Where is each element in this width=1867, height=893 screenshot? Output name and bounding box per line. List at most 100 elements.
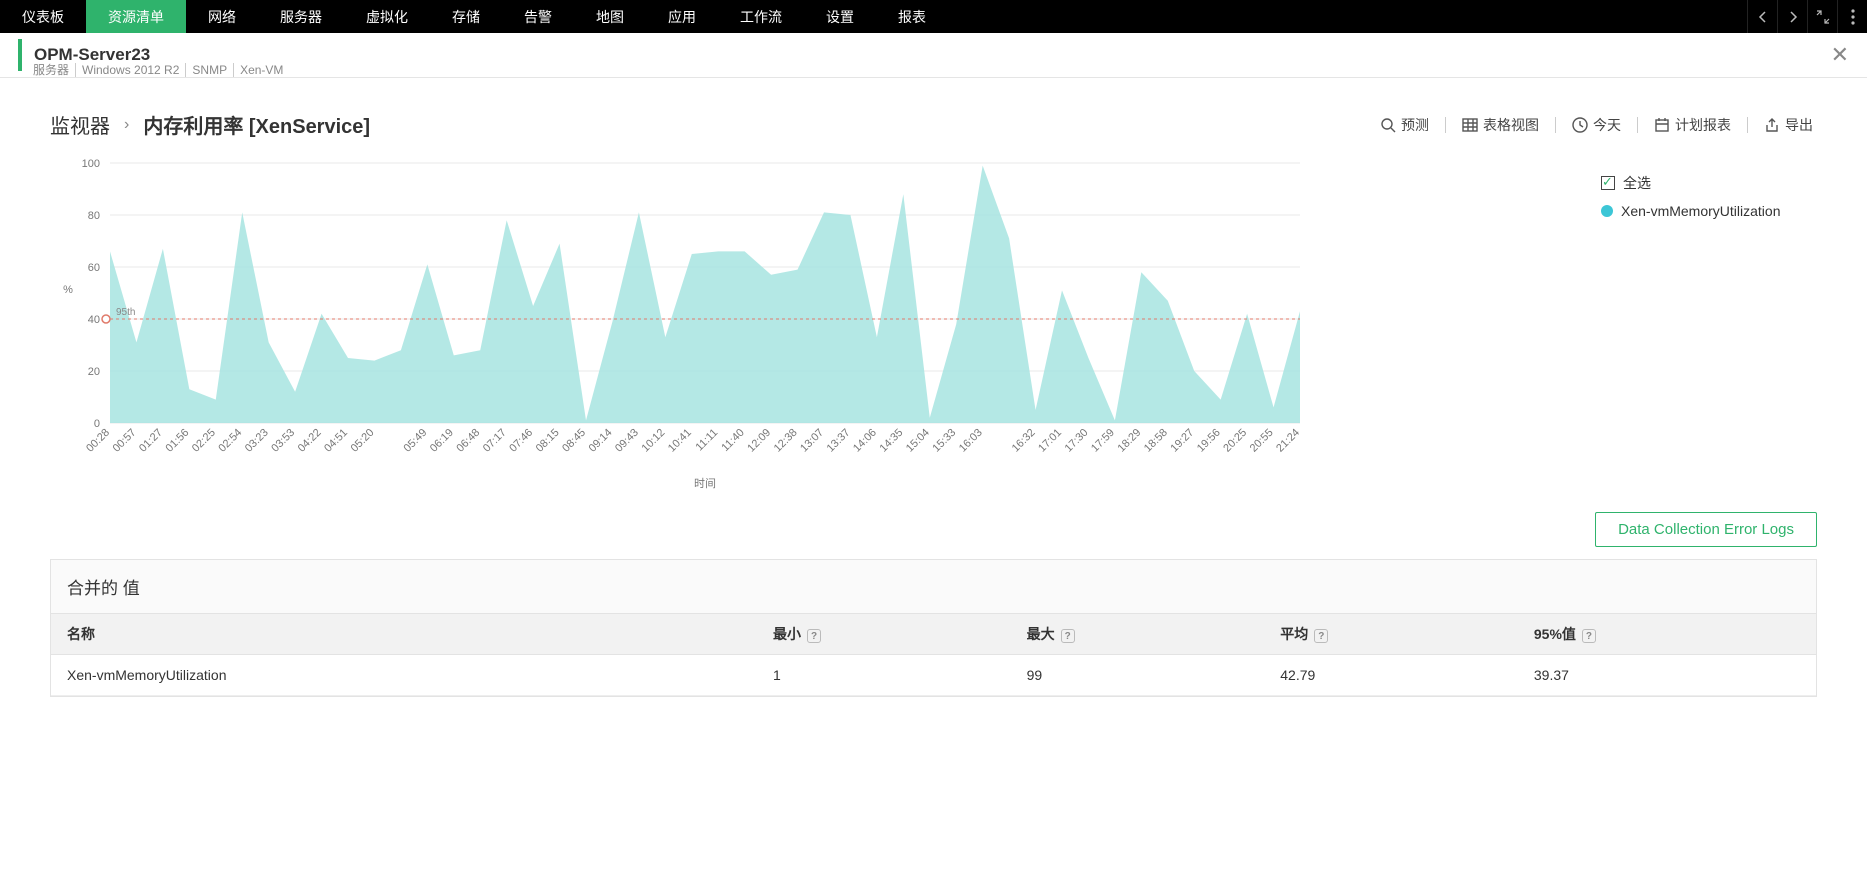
chart-legend: 全选 Xen-vmMemoryUtilization xyxy=(1577,153,1817,498)
legend-series[interactable]: Xen-vmMemoryUtilization xyxy=(1601,203,1817,219)
nav-next-button[interactable] xyxy=(1777,0,1807,33)
export-label: 导出 xyxy=(1785,115,1813,135)
help-icon[interactable]: ? xyxy=(807,629,821,643)
svg-text:16:03: 16:03 xyxy=(957,427,985,455)
col-min[interactable]: 最小? xyxy=(757,614,1011,655)
cell-avg: 42.79 xyxy=(1264,655,1518,696)
error-logs-button[interactable]: Data Collection Error Logs xyxy=(1595,512,1817,547)
svg-text:10:12: 10:12 xyxy=(640,427,668,455)
breadcrumb-parent[interactable]: 监视器 xyxy=(50,110,110,139)
more-menu-icon[interactable] xyxy=(1837,0,1867,33)
col-max[interactable]: 最大? xyxy=(1011,614,1265,655)
svg-text:95th: 95th xyxy=(116,307,135,318)
svg-text:17:59: 17:59 xyxy=(1089,427,1117,455)
export-icon xyxy=(1764,117,1780,133)
nav-item-6[interactable]: 告警 xyxy=(502,0,574,33)
help-icon[interactable]: ? xyxy=(1582,629,1596,643)
svg-text:04:51: 04:51 xyxy=(322,427,350,455)
svg-text:0: 0 xyxy=(94,418,100,430)
svg-text:18:29: 18:29 xyxy=(1116,427,1144,455)
cell-p95: 39.37 xyxy=(1518,655,1816,696)
svg-text:21:24: 21:24 xyxy=(1274,427,1302,455)
accent-bar xyxy=(18,39,22,71)
svg-text:04:22: 04:22 xyxy=(296,427,324,455)
legend-select-all-label: 全选 xyxy=(1623,173,1651,193)
svg-text:17:30: 17:30 xyxy=(1063,427,1091,455)
help-icon[interactable]: ? xyxy=(1314,629,1328,643)
svg-text:13:37: 13:37 xyxy=(825,427,853,455)
svg-text:00:28: 00:28 xyxy=(84,427,112,455)
cell-max: 99 xyxy=(1011,655,1265,696)
svg-text:06:48: 06:48 xyxy=(454,427,482,455)
svg-text:40: 40 xyxy=(88,314,100,326)
server-meta: 服务器Windows 2012 R2SNMPXen-VM xyxy=(33,61,289,78)
svg-text:19:56: 19:56 xyxy=(1195,427,1223,455)
page-title: 内存利用率 [XenService] xyxy=(143,110,370,139)
nav-item-7[interactable]: 地图 xyxy=(574,0,646,33)
forecast-label: 预测 xyxy=(1401,115,1429,135)
svg-text:09:14: 09:14 xyxy=(587,427,615,455)
clock-icon xyxy=(1572,117,1588,133)
nav-item-4[interactable]: 虚拟化 xyxy=(344,0,430,33)
cell-name: Xen-vmMemoryUtilization xyxy=(51,655,757,696)
nav-item-11[interactable]: 报表 xyxy=(876,0,948,33)
table-view-label: 表格视图 xyxy=(1483,115,1539,135)
svg-text:06:19: 06:19 xyxy=(428,427,456,455)
page-header: 监视器 › 内存利用率 [XenService] 预测 表格视图 今天 计划报表… xyxy=(0,92,1867,143)
cell-min: 1 xyxy=(757,655,1011,696)
nav-item-0[interactable]: 仪表板 xyxy=(0,0,86,33)
svg-text:11:11: 11:11 xyxy=(694,427,721,454)
table-icon xyxy=(1462,117,1478,133)
close-icon[interactable]: ✕ xyxy=(1831,42,1849,68)
calendar-icon xyxy=(1654,117,1670,133)
nav-item-9[interactable]: 工作流 xyxy=(718,0,804,33)
svg-text:80: 80 xyxy=(88,210,100,222)
nav-item-1[interactable]: 资源清单 xyxy=(86,0,186,33)
svg-text:14:06: 14:06 xyxy=(851,427,879,455)
svg-text:07:17: 07:17 xyxy=(481,427,509,455)
table-view-button[interactable]: 表格视图 xyxy=(1458,115,1543,135)
svg-text:05:20: 05:20 xyxy=(349,427,377,455)
nav-item-3[interactable]: 服务器 xyxy=(258,0,344,33)
svg-text:12:09: 12:09 xyxy=(745,427,773,455)
col-name[interactable]: 名称 xyxy=(51,614,757,655)
col-p95[interactable]: 95%值? xyxy=(1518,614,1816,655)
svg-text:60: 60 xyxy=(88,262,100,274)
svg-text:19:27: 19:27 xyxy=(1168,427,1196,455)
collapse-icon[interactable] xyxy=(1807,0,1837,33)
svg-text:15:04: 15:04 xyxy=(904,427,932,455)
memory-chart: 020406080100%95th00:2800:5701:2701:5602:… xyxy=(50,153,1577,498)
summary-table: 合并的 值 名称 最小? 最大? 平均? 95%值? Xen-vmMemoryU… xyxy=(50,559,1817,697)
top-nav: 仪表板资源清单网络服务器虚拟化存储告警地图应用工作流设置报表 xyxy=(0,0,1867,33)
export-button[interactable]: 导出 xyxy=(1760,115,1817,135)
svg-text:09:43: 09:43 xyxy=(613,427,641,455)
time-range-button[interactable]: 今天 xyxy=(1568,115,1625,135)
legend-select-all[interactable]: 全选 xyxy=(1601,173,1817,193)
svg-text:01:56: 01:56 xyxy=(164,427,192,455)
col-avg[interactable]: 平均? xyxy=(1264,614,1518,655)
nav-item-5[interactable]: 存储 xyxy=(430,0,502,33)
svg-text:%: % xyxy=(63,284,73,296)
time-range-label: 今天 xyxy=(1593,115,1621,135)
forecast-button[interactable]: 预测 xyxy=(1376,115,1433,135)
svg-text:05:49: 05:49 xyxy=(402,427,430,455)
svg-text:16:32: 16:32 xyxy=(1010,427,1038,455)
svg-text:20: 20 xyxy=(88,366,100,378)
svg-text:17:01: 17:01 xyxy=(1036,427,1064,455)
schedule-report-button[interactable]: 计划报表 xyxy=(1650,115,1735,135)
checkbox-icon xyxy=(1601,176,1615,190)
nav-item-10[interactable]: 设置 xyxy=(804,0,876,33)
svg-text:14:35: 14:35 xyxy=(878,427,906,455)
nav-item-8[interactable]: 应用 xyxy=(646,0,718,33)
svg-text:03:23: 03:23 xyxy=(243,427,271,455)
help-icon[interactable]: ? xyxy=(1061,629,1075,643)
svg-text:20:25: 20:25 xyxy=(1221,427,1249,455)
forecast-icon xyxy=(1380,117,1396,133)
nav-prev-button[interactable] xyxy=(1747,0,1777,33)
schedule-label: 计划报表 xyxy=(1675,115,1731,135)
svg-text:100: 100 xyxy=(82,158,100,170)
chevron-right-icon: › xyxy=(124,116,129,134)
nav-item-2[interactable]: 网络 xyxy=(186,0,258,33)
svg-text:03:53: 03:53 xyxy=(269,427,297,455)
svg-text:10:41: 10:41 xyxy=(666,427,694,455)
